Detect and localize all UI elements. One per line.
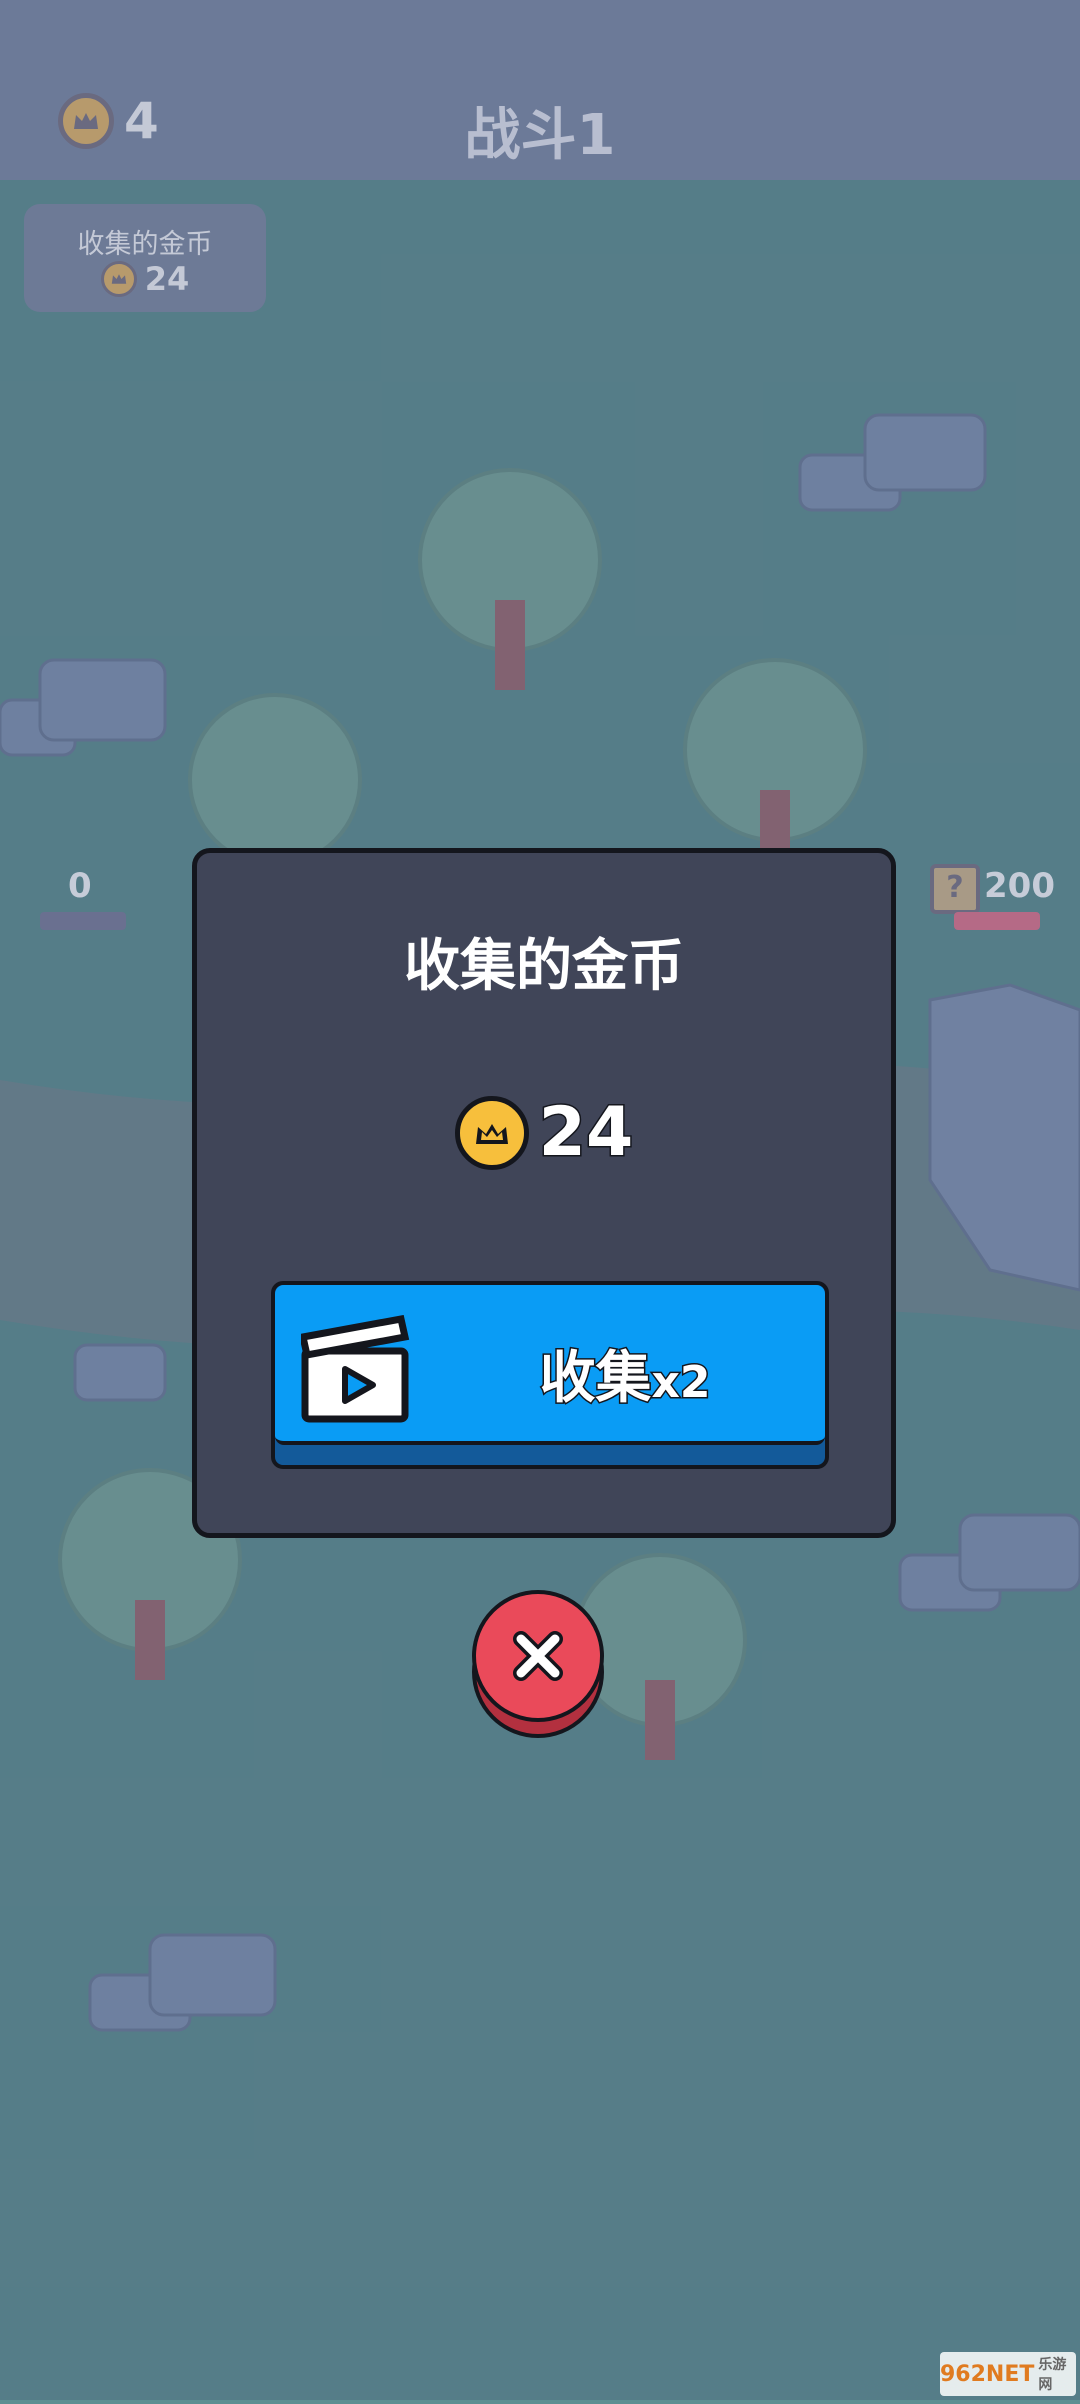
right-hp-bar <box>954 912 1040 930</box>
collected-coins-label: 收集的金币 <box>77 229 213 260</box>
crown-coin-icon <box>454 1095 529 1170</box>
close-x-icon <box>513 1631 563 1681</box>
left-hp-value: 0 <box>68 866 92 906</box>
collect-label: 收集 <box>538 1345 653 1413</box>
collected-coins-dialog: 收集的金币 24 收集x2 <box>192 848 896 1538</box>
watermark-sub: 乐游网 <box>1038 2357 1067 2393</box>
top-bar: 4 战斗1 <box>0 0 1080 180</box>
collect-x2-button-face: 收集x2 <box>275 1285 825 1445</box>
video-clapper-icon <box>301 1315 410 1423</box>
right-hp-value: 200 <box>984 866 1055 906</box>
collect-x2-button[interactable]: 收集x2 <box>271 1281 829 1469</box>
site-watermark: 962NET 乐游网 <box>940 2352 1076 2396</box>
dialog-coin-row: 24 <box>197 1092 891 1174</box>
close-button-face <box>472 1590 604 1722</box>
mystery-box-icon: ? <box>930 864 980 914</box>
collected-coins-value-row: 24 <box>24 260 266 298</box>
collect-x2-label: 收集x2 <box>425 1333 825 1414</box>
collected-coins-panel: 收集的金币 24 <box>24 204 266 312</box>
collect-multiplier: x2 <box>650 1356 712 1410</box>
left-hp-bar <box>40 912 126 930</box>
crown-coin-icon <box>100 261 137 297</box>
page-title: 战斗1 <box>464 103 616 168</box>
dialog-coin-amount: 24 <box>537 1092 635 1174</box>
dialog-title: 收集的金币 <box>404 934 684 999</box>
close-button[interactable] <box>472 1590 604 1738</box>
collected-coins-value: 24 <box>144 260 190 298</box>
watermark-text: 962NET <box>940 2361 1035 2387</box>
